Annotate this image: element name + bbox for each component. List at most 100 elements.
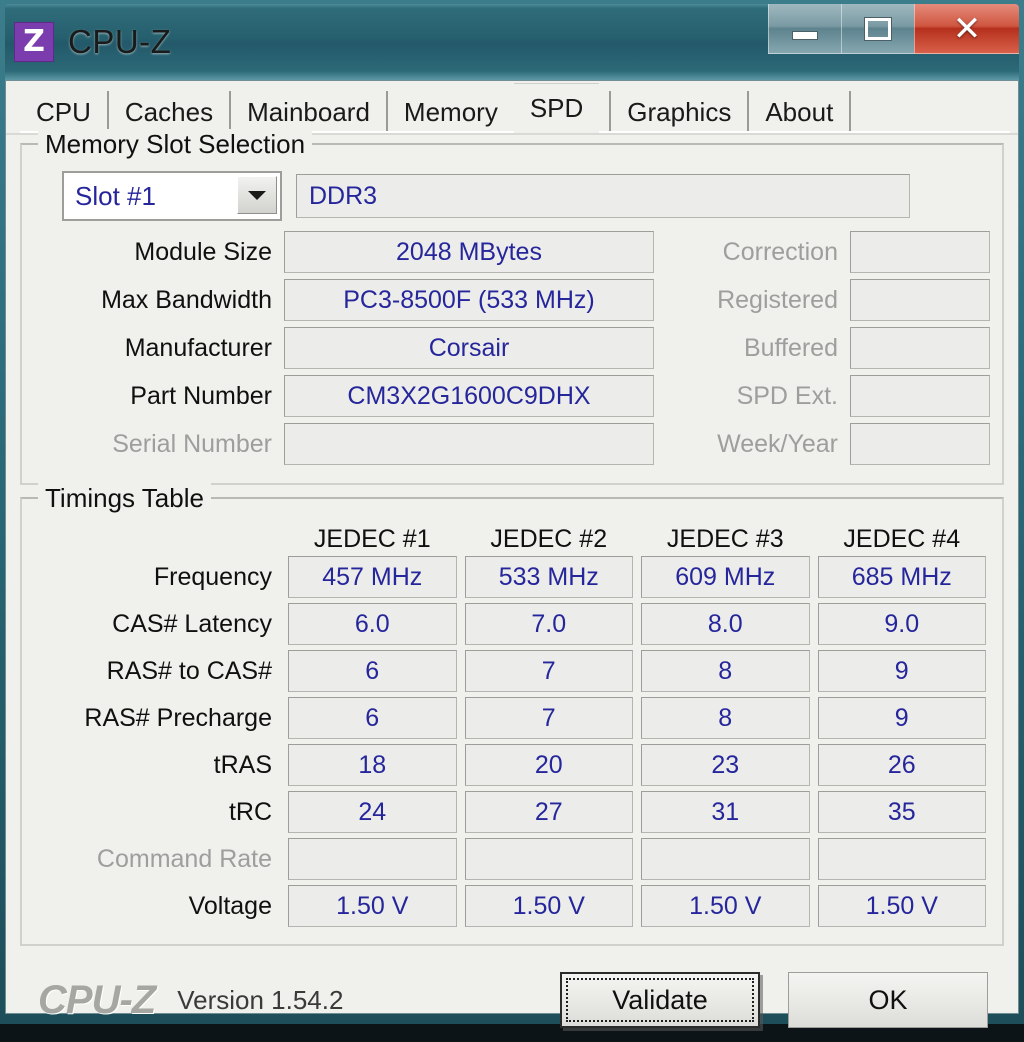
tab-about[interactable]: About [749, 91, 851, 133]
module-info-right-column: Correction Registered Buffered SPD [654, 231, 990, 471]
cell [288, 838, 457, 880]
spd-ext-field [850, 375, 990, 417]
field-label: Max Bandwidth [34, 286, 284, 315]
cpuz-window: Z CPU-Z ✕ CPU Caches Mainboard Memory SP… [0, 0, 1024, 1024]
tab-label: Graphics [627, 97, 731, 128]
field-label: Manufacturer [34, 334, 284, 363]
tab-label: SPD [530, 93, 583, 124]
timings-row-command-rate: Command Rate [34, 838, 990, 880]
column-header-jedec3: JEDEC #3 [641, 525, 810, 554]
buffered-field [850, 327, 990, 369]
tab-label: Caches [125, 97, 213, 128]
window-controls: ✕ [768, 4, 1019, 54]
cell: 8 [641, 697, 810, 739]
cell: 6 [288, 697, 457, 739]
row-label: CAS# Latency [34, 610, 284, 639]
correction-field [850, 231, 990, 273]
field-row-module-size: Module Size 2048 MBytes [34, 231, 654, 273]
cell: 533 MHz [465, 556, 634, 598]
module-info-left-column: Module Size 2048 MBytes Max Bandwidth PC… [34, 231, 654, 471]
row-label: tRC [34, 798, 284, 827]
field-row-manufacturer: Manufacturer Corsair [34, 327, 654, 369]
field-row-buffered: Buffered [660, 327, 990, 369]
footer-bar: CPU-Z Version 1.54.2 Validate OK [20, 958, 1004, 1042]
validate-button[interactable]: Validate [560, 972, 760, 1028]
cell: 685 MHz [818, 556, 987, 598]
cell: 6 [288, 650, 457, 692]
cell: 9 [818, 697, 987, 739]
cpuz-logo-icon: Z [14, 22, 54, 62]
cell: 1.50 V [465, 885, 634, 927]
cell: 1.50 V [641, 885, 810, 927]
slot-selector-dropdown[interactable]: Slot #1 [62, 171, 282, 221]
field-label: Registered [660, 286, 850, 315]
timings-row-ras-to-cas: RAS# to CAS# 6 7 8 9 [34, 650, 990, 692]
cell: 609 MHz [641, 556, 810, 598]
module-info-grid: Module Size 2048 MBytes Max Bandwidth PC… [34, 231, 990, 471]
cell [818, 838, 987, 880]
tab-memory[interactable]: Memory [388, 91, 516, 133]
cell: 8 [641, 650, 810, 692]
minimize-icon [792, 31, 818, 40]
tab-caches[interactable]: Caches [109, 91, 231, 133]
cell: 7.0 [465, 603, 634, 645]
field-label: Correction [660, 238, 850, 267]
field-label: Part Number [34, 382, 284, 411]
maximize-button[interactable] [841, 4, 914, 54]
cell: 8.0 [641, 603, 810, 645]
field-row-correction: Correction [660, 231, 990, 273]
timings-row-tras: tRAS 18 20 23 26 [34, 744, 990, 786]
close-icon: ✕ [953, 12, 982, 46]
cell: 6.0 [288, 603, 457, 645]
field-row-registered: Registered [660, 279, 990, 321]
week-year-field [850, 423, 990, 465]
field-label: Module Size [34, 238, 284, 267]
cell: 24 [288, 791, 457, 833]
minimize-button[interactable] [768, 4, 841, 54]
cell: 23 [641, 744, 810, 786]
close-button[interactable]: ✕ [914, 4, 1019, 54]
cell: 27 [465, 791, 634, 833]
spd-panel: Memory Slot Selection Slot #1 DDR3 Modul… [6, 133, 1018, 1013]
row-label: RAS# to CAS# [34, 657, 284, 686]
field-label: Serial Number [34, 430, 284, 459]
tab-label: Mainboard [247, 97, 370, 128]
module-type-field: DDR3 [296, 174, 910, 218]
column-header-jedec4: JEDEC #4 [818, 525, 987, 554]
chevron-down-icon[interactable] [237, 176, 277, 214]
part-number-field: CM3X2G1600C9DHX [284, 375, 654, 417]
tab-mainboard[interactable]: Mainboard [231, 91, 388, 133]
client-area: CPU Caches Mainboard Memory SPD Graphics… [5, 80, 1019, 1014]
cell: 9.0 [818, 603, 987, 645]
field-label: Buffered [660, 334, 850, 363]
field-label: SPD Ext. [660, 382, 850, 411]
row-label: Command Rate [34, 845, 284, 874]
tab-graphics[interactable]: Graphics [609, 91, 749, 133]
timings-table-group: Timings Table JEDEC #1 JEDEC #2 JEDEC #3… [20, 497, 1004, 946]
tab-spd[interactable]: SPD [514, 83, 599, 133]
field-row-spd-ext: SPD Ext. [660, 375, 990, 417]
cell: 18 [288, 744, 457, 786]
manufacturer-field: Corsair [284, 327, 654, 369]
version-label: Version 1.54.2 [177, 985, 343, 1016]
cell: 20 [465, 744, 634, 786]
tab-label: Memory [404, 97, 498, 128]
tab-cpu[interactable]: CPU [20, 91, 109, 133]
ok-button[interactable]: OK [788, 972, 988, 1028]
row-label: tRAS [34, 751, 284, 780]
timings-row-frequency: Frequency 457 MHz 533 MHz 609 MHz 685 MH… [34, 556, 990, 598]
cell: 31 [641, 791, 810, 833]
window-title: CPU-Z [68, 23, 171, 61]
column-header-jedec2: JEDEC #2 [465, 525, 634, 554]
group-title: Memory Slot Selection [38, 129, 312, 160]
cpuz-wordmark: CPU-Z [38, 978, 155, 1023]
row-label: Voltage [34, 892, 284, 921]
field-row-serial-number: Serial Number [34, 423, 654, 465]
serial-number-field [284, 423, 654, 465]
slot-selector-value: Slot #1 [64, 181, 156, 212]
tab-label: About [765, 97, 833, 128]
cell: 26 [818, 744, 987, 786]
timings-row-cas-latency: CAS# Latency 6.0 7.0 8.0 9.0 [34, 603, 990, 645]
field-row-part-number: Part Number CM3X2G1600C9DHX [34, 375, 654, 417]
group-title: Timings Table [38, 483, 211, 514]
